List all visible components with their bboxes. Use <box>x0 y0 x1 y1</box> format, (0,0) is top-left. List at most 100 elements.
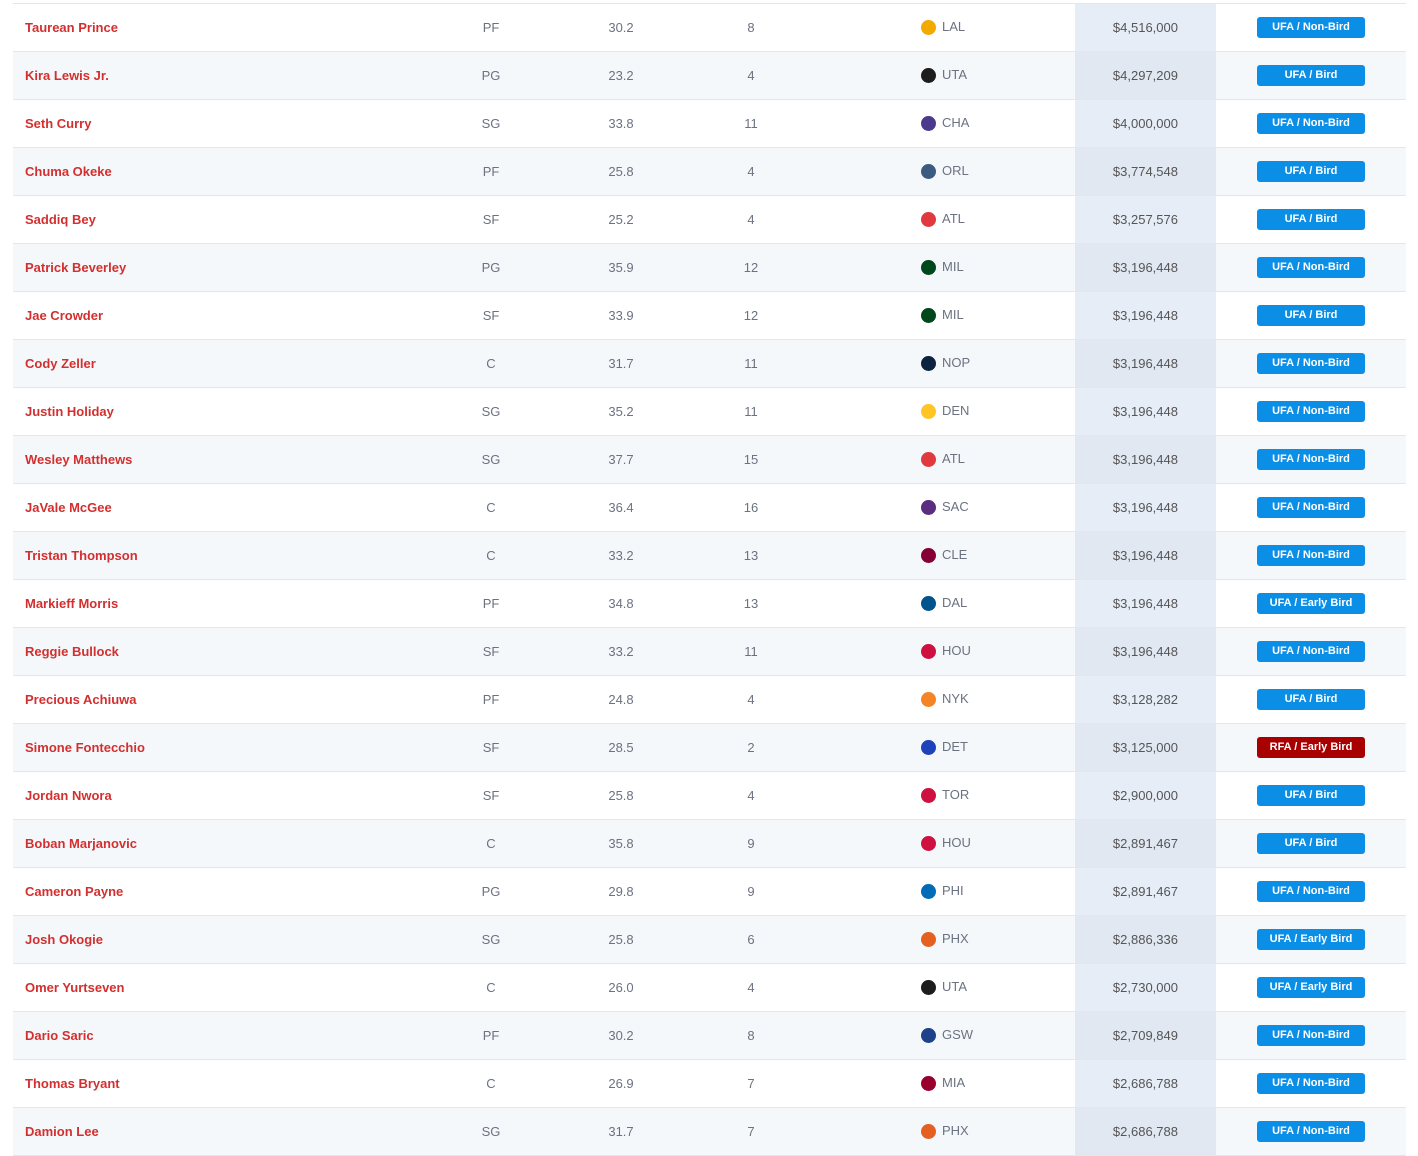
table-row: Boban Marjanovic C 35.8 9 HOU $2,891,467… <box>13 820 1406 868</box>
team-logo-icon <box>921 596 936 612</box>
team-cell: DEN <box>921 388 1011 435</box>
team-abbr: MIL <box>942 307 964 322</box>
experience: 11 <box>744 404 758 419</box>
player-name-link[interactable]: Boban Marjanovic <box>25 820 137 867</box>
player-name-link[interactable]: Chuma Okeke <box>25 148 112 195</box>
player-name-link[interactable]: Tristan Thompson <box>25 532 138 579</box>
team-logo-icon <box>921 980 936 996</box>
table-row: Jae Crowder SF 33.9 12 MIL $3,196,448 UF… <box>13 292 1406 340</box>
table-row: Thomas Bryant C 26.9 7 MIA $2,686,788 UF… <box>13 1060 1406 1108</box>
salary: $3,128,282 <box>1075 676 1216 723</box>
table-row: Kira Lewis Jr. PG 23.2 4 UTA $4,297,209 … <box>13 52 1406 100</box>
player-name-link[interactable]: Taurean Prince <box>25 4 118 51</box>
age: 34.8 <box>608 596 634 611</box>
age: 36.4 <box>608 500 634 515</box>
team-cell: HOU <box>921 628 1011 675</box>
position: C <box>486 356 496 371</box>
player-name-link[interactable]: Kira Lewis Jr. <box>25 52 109 99</box>
position: SG <box>481 452 501 467</box>
salary: $4,516,000 <box>1075 4 1216 51</box>
age: 28.5 <box>608 740 634 755</box>
position: C <box>486 548 496 563</box>
player-name-link[interactable]: Omer Yurtseven <box>25 964 124 1011</box>
salary: $2,686,788 <box>1075 1108 1216 1155</box>
age: 29.8 <box>608 884 634 899</box>
player-name-link[interactable]: Saddiq Bey <box>25 196 96 243</box>
position: SG <box>481 1124 501 1139</box>
experience: 4 <box>747 68 755 83</box>
experience: 2 <box>747 740 755 755</box>
team-logo-icon <box>921 212 936 228</box>
experience: 7 <box>747 1124 755 1139</box>
player-name-link[interactable]: Wesley Matthews <box>25 436 132 483</box>
player-name-link[interactable]: Justin Holiday <box>25 388 114 435</box>
player-name-link[interactable]: JaVale McGee <box>25 484 112 531</box>
team-cell: PHI <box>921 868 1011 915</box>
status-badge: UFA / Bird <box>1257 65 1365 86</box>
position: SG <box>481 404 501 419</box>
position: SG <box>481 932 501 947</box>
team-cell: DET <box>921 724 1011 771</box>
table-row: Patrick Beverley PG 35.9 12 MIL $3,196,4… <box>13 244 1406 292</box>
team-abbr: MIA <box>942 1075 966 1090</box>
age: 25.8 <box>608 788 634 803</box>
player-name-link[interactable]: Cameron Payne <box>25 868 123 915</box>
position: SF <box>482 644 500 659</box>
team-cell: LAL <box>921 4 1011 51</box>
player-name-link[interactable]: Thomas Bryant <box>25 1060 120 1107</box>
player-name-link[interactable]: Reggie Bullock <box>25 628 119 675</box>
player-name-link[interactable]: Josh Okogie <box>25 916 103 963</box>
salary: $2,891,467 <box>1075 820 1216 867</box>
player-name-link[interactable]: Precious Achiuwa <box>25 676 137 723</box>
team-cell: ORL <box>921 148 1011 195</box>
salary: $3,125,000 <box>1075 724 1216 771</box>
age: 26.0 <box>608 980 634 995</box>
position: SF <box>482 740 500 755</box>
salary: $3,257,576 <box>1075 196 1216 243</box>
player-name-link[interactable]: Simone Fontecchio <box>25 724 145 771</box>
player-name-link[interactable]: Cody Zeller <box>25 340 96 387</box>
table-row: Tristan Thompson C 33.2 13 CLE $3,196,44… <box>13 532 1406 580</box>
team-cell: GSW <box>921 1012 1011 1059</box>
position: PF <box>482 164 500 179</box>
status-badge: UFA / Bird <box>1257 305 1365 326</box>
table-row: Cameron Payne PG 29.8 9 PHI $2,891,467 U… <box>13 868 1406 916</box>
player-name-link[interactable]: Damion Lee <box>25 1108 99 1155</box>
status-badge: UFA / Bird <box>1257 785 1365 806</box>
team-cell: MIL <box>921 244 1011 291</box>
salary: $4,000,000 <box>1075 100 1216 147</box>
status-badge: UFA / Non-Bird <box>1257 353 1365 374</box>
team-abbr: NYK <box>942 691 969 706</box>
player-name-link[interactable]: Markieff Morris <box>25 580 118 627</box>
salary: $3,196,448 <box>1075 292 1216 339</box>
table-row: Dario Saric PF 30.2 8 GSW $2,709,849 UFA… <box>13 1012 1406 1060</box>
team-logo-icon <box>921 692 936 708</box>
experience: 13 <box>743 596 759 611</box>
player-name-link[interactable]: Patrick Beverley <box>25 244 126 291</box>
position: SF <box>482 212 500 227</box>
player-name-link[interactable]: Seth Curry <box>25 100 91 147</box>
player-name-link[interactable]: Jordan Nwora <box>25 772 112 819</box>
status-badge: UFA / Bird <box>1257 209 1365 230</box>
player-name-link[interactable]: Dario Saric <box>25 1012 94 1059</box>
salary: $3,196,448 <box>1075 580 1216 627</box>
team-cell: UTA <box>921 964 1011 1011</box>
salary: $4,297,209 <box>1075 52 1216 99</box>
free-agents-table: Taurean Prince PF 30.2 8 LAL $4,516,000 … <box>13 3 1406 1156</box>
experience: 9 <box>747 836 755 851</box>
age: 30.2 <box>608 1028 634 1043</box>
age: 33.8 <box>608 116 634 131</box>
experience: 8 <box>747 20 755 35</box>
player-name-link[interactable]: Jae Crowder <box>25 292 103 339</box>
experience: 4 <box>747 692 755 707</box>
team-abbr: PHX <box>942 931 969 946</box>
table-row: JaVale McGee C 36.4 16 SAC $3,196,448 UF… <box>13 484 1406 532</box>
experience: 4 <box>747 788 755 803</box>
table-row: Justin Holiday SG 35.2 11 DEN $3,196,448… <box>13 388 1406 436</box>
team-logo-icon <box>921 356 936 372</box>
table-row: Chuma Okeke PF 25.8 4 ORL $3,774,548 UFA… <box>13 148 1406 196</box>
team-logo-icon <box>921 116 936 132</box>
team-logo-icon <box>921 932 936 948</box>
age: 25.8 <box>608 164 634 179</box>
table-row: Seth Curry SG 33.8 11 CHA $4,000,000 UFA… <box>13 100 1406 148</box>
